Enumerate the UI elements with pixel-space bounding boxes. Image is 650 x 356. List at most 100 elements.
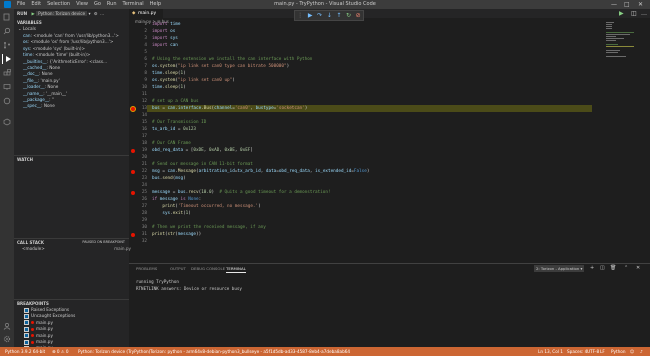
status-position[interactable]: Ln 13, Col 1 (538, 347, 563, 356)
code-line[interactable]: bus = can.interface.Bus(channel='can0', … (152, 105, 307, 112)
code-line[interactable]: tx_arb_id = 0x123 (152, 126, 196, 133)
new-terminal-icon[interactable]: + (590, 265, 594, 272)
locals-scope[interactable]: ⌄ Locals (14, 26, 133, 32)
tab-output[interactable]: OUTPUT (170, 265, 186, 272)
variable-row[interactable]: __name__: '__main__' (14, 91, 138, 97)
variable-row[interactable]: can: <module 'can' from '/usr/lib/python… (14, 33, 138, 39)
checkbox[interactable] (24, 313, 29, 319)
code-line[interactable]: import os (152, 28, 175, 35)
code-line[interactable]: print('Timeout occurred, no message.') (152, 203, 260, 210)
variable-row[interactable]: __builtins__: {'ArithmeticError': <class… (14, 59, 138, 65)
breakpoint-item[interactable]: main.py25 (14, 339, 139, 345)
variable-row[interactable]: __spec__: None (14, 103, 138, 109)
tab-terminal[interactable]: TERMINAL (226, 265, 246, 273)
tab-debug-console[interactable]: DEBUG CONSOLE (191, 265, 225, 272)
status-language[interactable]: Python (611, 347, 626, 356)
tab-main-py[interactable]: ◆ main.py (129, 9, 163, 18)
start-debugging-icon[interactable]: ▶ (31, 11, 34, 16)
checkbox[interactable] (24, 339, 29, 345)
status-problems[interactable]: ⊗ 0 ⚠ 0 (52, 347, 69, 356)
search-icon[interactable] (2, 26, 12, 36)
code-line[interactable]: # Our CAN Frame (152, 140, 191, 147)
checkbox[interactable] (24, 320, 29, 326)
variable-row[interactable]: __file__: 'main.py' (14, 78, 138, 84)
checkbox[interactable] (24, 333, 29, 339)
variable-row[interactable]: sys: <module 'sys' (built-in)> (14, 46, 138, 52)
status-spaces[interactable]: Spaces: 4 (567, 347, 587, 356)
variable-row[interactable]: os: <module 'os' from '/usr/lib/python3.… (14, 39, 138, 45)
debug-config-select[interactable]: Python: Torizon device (36, 11, 88, 16)
remote-explorer-icon[interactable] (2, 82, 12, 92)
code-line[interactable]: bus.send(msg) (152, 175, 186, 182)
restart-icon[interactable]: ↻ (346, 12, 351, 19)
terminal-output[interactable]: running TryPython RTNETLINK answers: Dev… (136, 278, 242, 292)
bell-icon[interactable]: ♪ (640, 347, 643, 356)
run-debug-icon[interactable] (2, 54, 13, 64)
breakpoint-item[interactable]: main.py22 (14, 332, 139, 339)
chevron-up-icon[interactable]: ⌃ (624, 265, 628, 272)
split-editor-icon[interactable]: ◫ (631, 9, 637, 18)
explorer-icon[interactable] (2, 12, 12, 22)
breakpoint-icon[interactable] (131, 232, 135, 237)
callstack-header[interactable]: CALL STACK PAUSED ON BREAKPOINT (14, 238, 129, 245)
breakpoint-icon[interactable] (131, 148, 135, 153)
code-line[interactable]: # Using the extension we install the can… (152, 56, 312, 63)
status-debug-target[interactable]: Python: Torizon device (TryPython) (78, 347, 150, 356)
step-into-icon[interactable]: ↓ (327, 12, 332, 19)
step-over-icon[interactable]: ↷ (317, 12, 322, 19)
terminal-select[interactable]: 2: Torizon - Application ▾ (534, 265, 585, 272)
code-line[interactable]: os.system("ip link set can0 type can bit… (152, 63, 289, 70)
minimize-button[interactable]: — (611, 0, 617, 9)
hexagon-icon[interactable] (2, 117, 12, 127)
disconnect-icon[interactable]: ⊘ (356, 12, 361, 19)
code-line[interactable]: obd_req_data = [0xDE, 0xAD, 0xBE, 0xEF] (152, 147, 253, 154)
breakpoint-item[interactable]: main.py13 (14, 319, 139, 326)
status-python[interactable]: Python 3.9.2 64-bit (5, 347, 45, 356)
config-gear-icon[interactable]: ⚙ (94, 11, 98, 16)
status-encoding[interactable]: UTF-8 (587, 347, 599, 356)
code-line[interactable]: if message is None: (152, 196, 201, 203)
more-actions-icon[interactable]: … (100, 11, 104, 16)
minimap[interactable] (604, 20, 644, 60)
feedback-icon[interactable]: ☺ (630, 347, 634, 356)
extensions-icon[interactable] (2, 68, 12, 78)
watch-header[interactable]: WATCH (14, 155, 129, 162)
breakpoint-item[interactable]: Uncaught Exceptions (14, 313, 139, 319)
checkbox[interactable] (24, 307, 29, 313)
breakpoint-icon[interactable] (131, 169, 135, 174)
variable-row[interactable]: __doc__: None (14, 71, 138, 77)
variable-row[interactable]: __cached__: None (14, 65, 138, 71)
callstack-frame[interactable]: <module> main.py (14, 246, 137, 252)
breakpoint-icon[interactable] (131, 190, 135, 195)
breakpoints-header[interactable]: BREAKPOINTS (14, 299, 129, 306)
trash-icon[interactable]: 🗑 (610, 265, 616, 272)
continue-icon[interactable]: ▶ (308, 12, 313, 19)
gear-icon[interactable] (2, 334, 12, 344)
code-line[interactable]: import time (152, 21, 180, 28)
code-line[interactable]: # set up a CAN bus (152, 98, 199, 105)
code-line[interactable]: import sys (152, 35, 178, 42)
checkbox[interactable] (24, 326, 29, 332)
code-line[interactable]: # Our Transmission ID (152, 119, 206, 126)
code-line[interactable]: os.system("ip link set can0 up") (152, 77, 235, 84)
code-line[interactable]: time.sleep(1) (152, 84, 186, 91)
variables-header[interactable]: VARIABLES (14, 19, 129, 26)
account-icon[interactable] (2, 321, 12, 331)
variable-row[interactable]: __loader__: None (14, 84, 138, 90)
more-editor-actions-icon[interactable]: … (641, 9, 647, 18)
code-line[interactable]: message = bus.recv(10.0) # Quits a good … (152, 189, 331, 196)
variable-row[interactable]: __package__: '' (14, 97, 138, 103)
code-line[interactable]: # Send our message in CAN 11-bit format (152, 161, 253, 168)
code-line[interactable]: sys.exit(1) (152, 210, 191, 217)
code-line[interactable]: time.sleep(1) (152, 70, 186, 77)
code-line[interactable]: # Then we print the received message, if… (152, 224, 266, 231)
tab-problems[interactable]: PROBLEMS (136, 265, 157, 272)
status-eol[interactable]: LF (600, 347, 605, 356)
variable-row[interactable]: time: <module 'time' (built-in)> (14, 52, 138, 58)
code-line[interactable]: msg = can.Message(arbitration_id=tx_arb_… (152, 168, 369, 175)
code-line[interactable]: import can (152, 42, 178, 49)
status-torizon-device[interactable]: Torizon: python - arm64v8-debian-python3… (150, 347, 350, 356)
maximize-button[interactable]: □ (624, 0, 630, 9)
code-line[interactable]: print(str(message)) (152, 231, 201, 238)
run-file-icon[interactable]: ▶ (619, 9, 624, 18)
